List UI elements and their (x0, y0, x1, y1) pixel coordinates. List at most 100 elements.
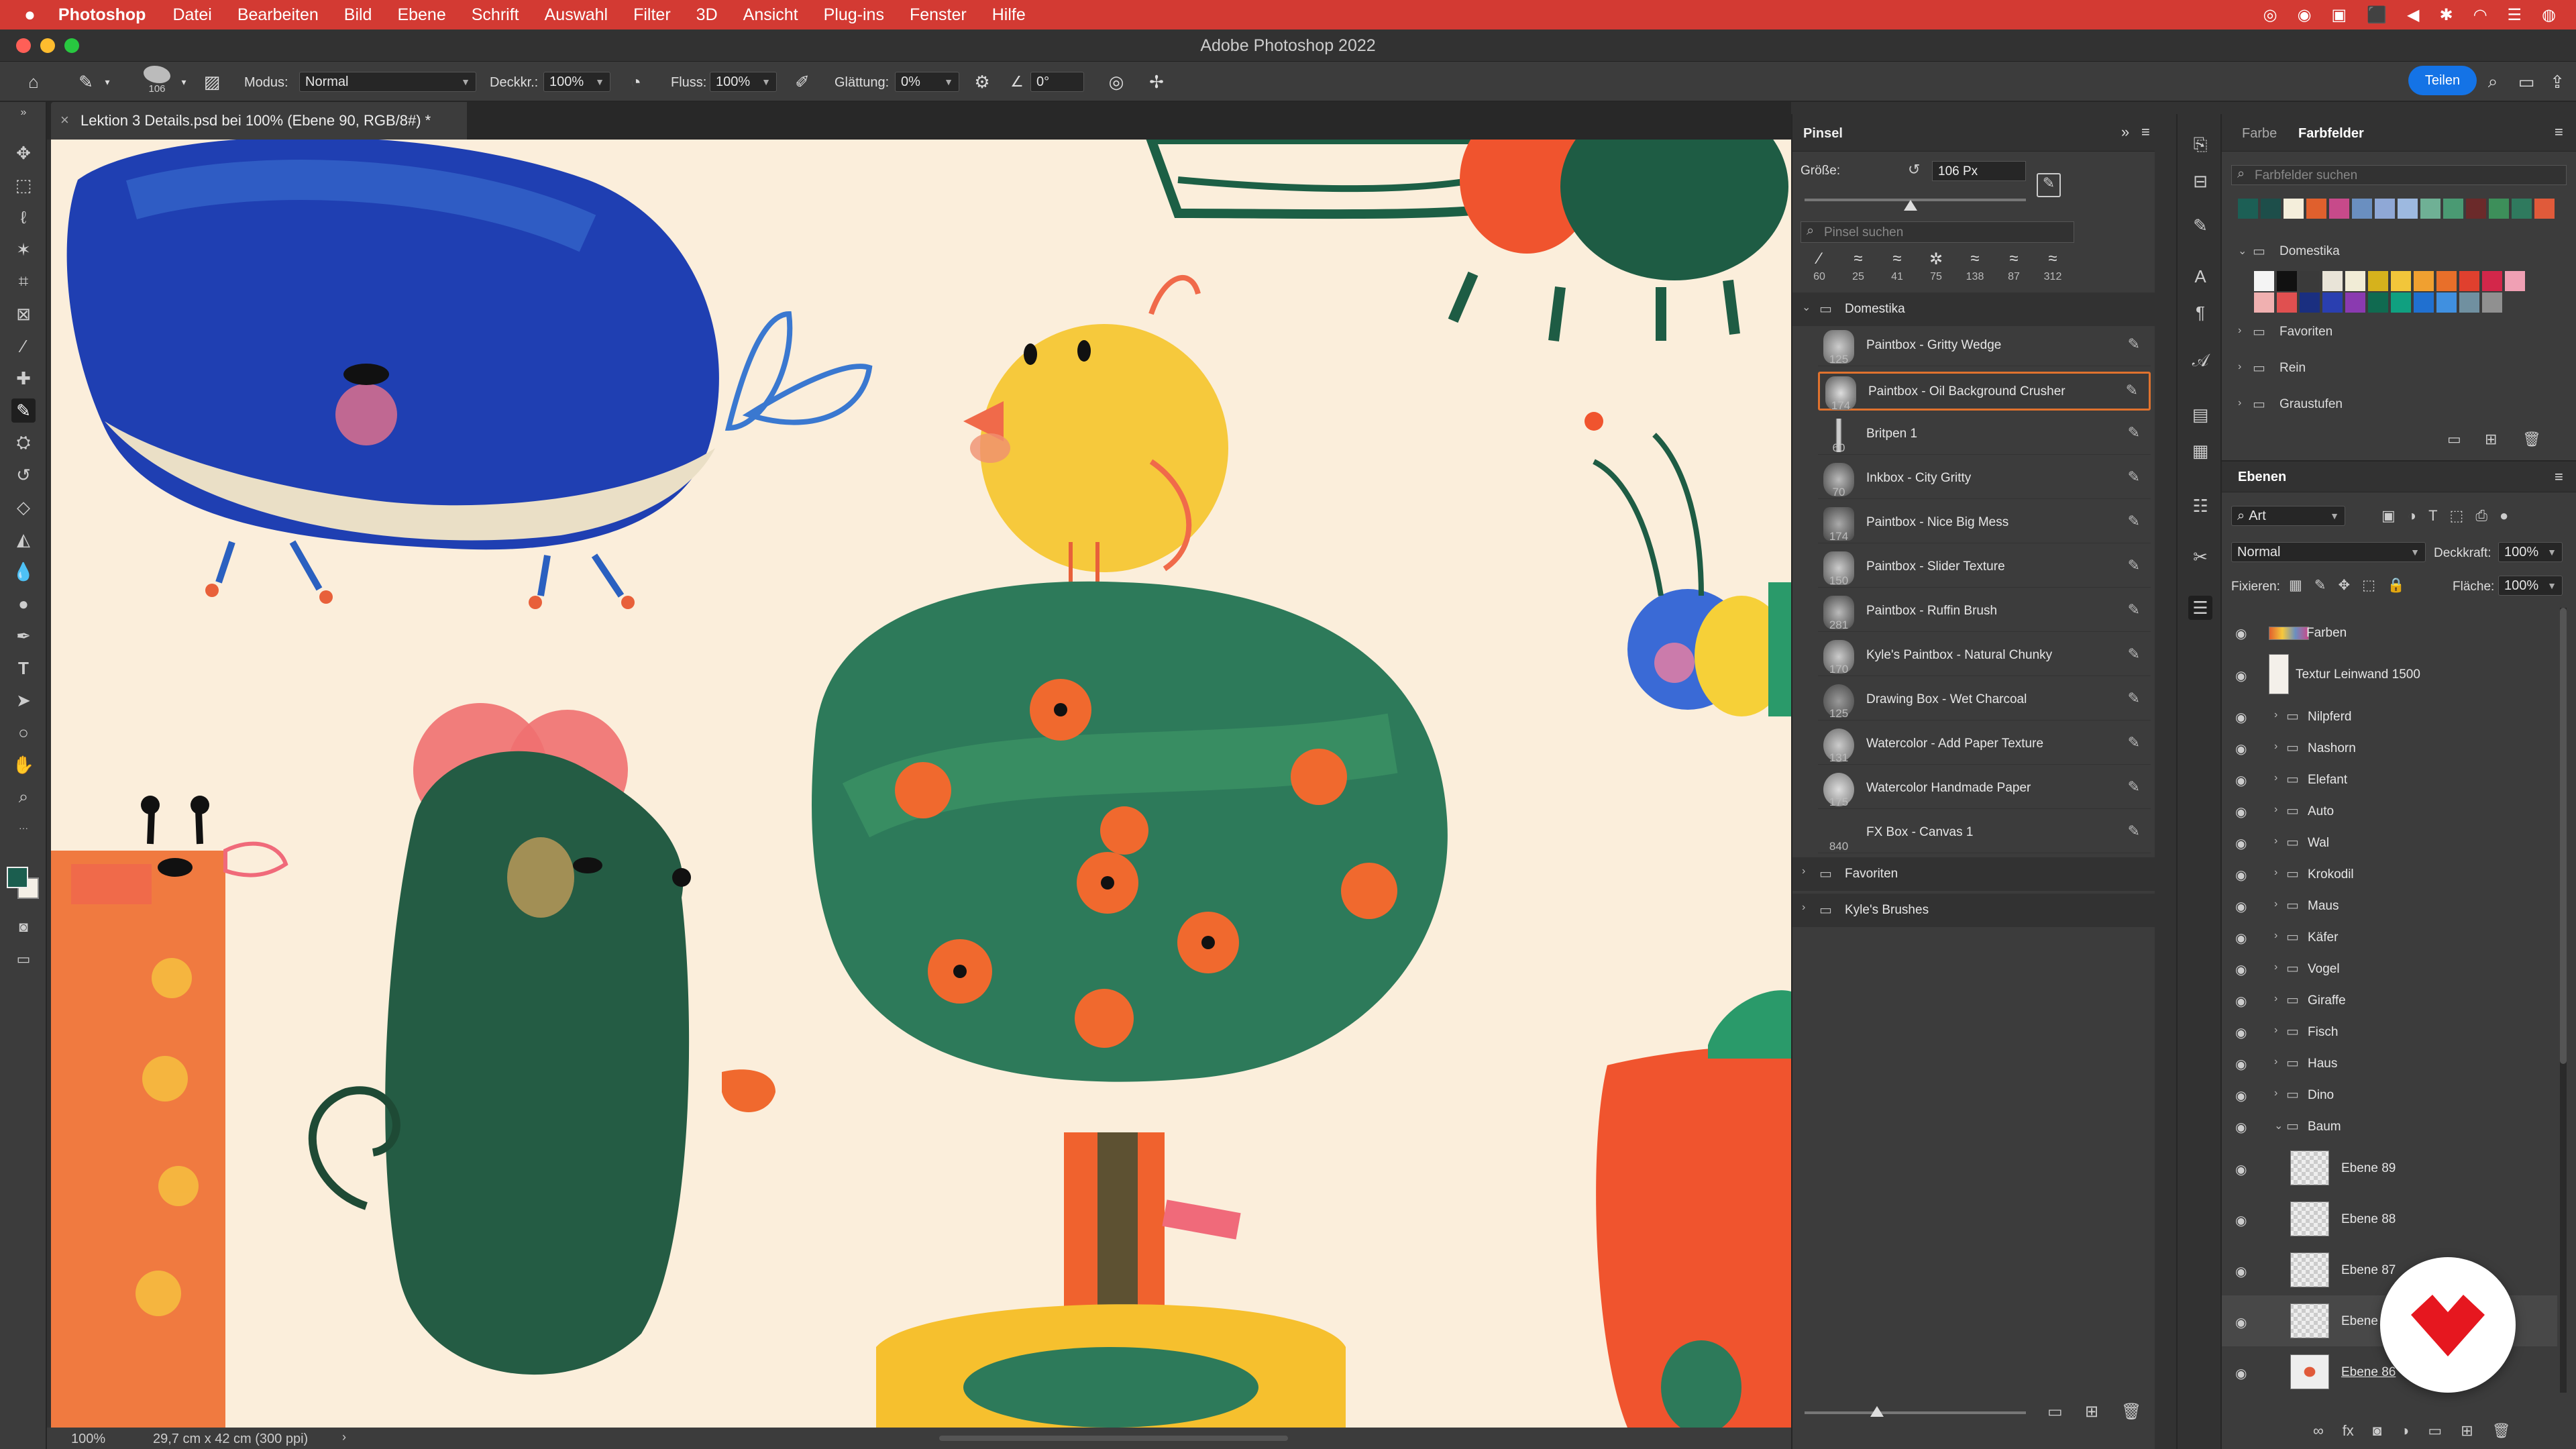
app-icon[interactable]: ⬛ (2367, 5, 2387, 25)
recent-brush[interactable]: ≈87 (1995, 250, 2033, 283)
lock-all-icon[interactable]: 🔒 (2387, 578, 2405, 594)
chevron-right-icon[interactable]: › (2274, 835, 2277, 847)
lock-position-icon[interactable]: ✥ (2338, 577, 2350, 594)
gradient-tool-icon[interactable]: ◭ (11, 527, 36, 551)
tool-presets-icon[interactable]: ✂ (2188, 545, 2212, 569)
swatch-folder-favoriten[interactable]: › ▭ Favoriten (2234, 319, 2556, 346)
symmetry-icon[interactable]: ✢ (1146, 71, 1167, 93)
pen-tool-icon[interactable]: ✒ (11, 624, 36, 648)
visibility-eye-icon[interactable]: ◉ (2235, 667, 2247, 684)
glaettung-input[interactable]: 0% ▼ (895, 72, 959, 92)
magic-wand-tool-icon[interactable]: ✶ (11, 237, 36, 262)
chevron-right-icon[interactable]: › (2274, 930, 2277, 942)
chevron-right-icon[interactable]: › (2274, 961, 2277, 973)
recent-brush[interactable]: ≈41 (1878, 250, 1916, 283)
adjustments-icon[interactable]: ☰ (2188, 596, 2212, 620)
export-icon[interactable]: ⇪ (2546, 71, 2568, 93)
color-swatch[interactable] (2466, 199, 2486, 219)
visibility-eye-icon[interactable]: ◉ (2235, 772, 2247, 789)
siri-icon[interactable]: ◍ (2542, 5, 2556, 25)
filter-pixel-icon[interactable]: ▣ (2381, 507, 2396, 525)
visibility-eye-icon[interactable]: ◉ (2235, 898, 2247, 915)
visibility-eye-icon[interactable]: ◉ (2235, 741, 2247, 757)
preview-size-slider-handle[interactable] (1870, 1406, 1884, 1417)
filter-smart-icon[interactable]: ⎙ (2475, 507, 2487, 525)
brush-item[interactable]: 170 Kyle's Paintbox - Natural Chunky ✎ (1818, 637, 2151, 676)
layer-row[interactable]: ◉ › ▭ Vogel (2222, 953, 2557, 985)
lock-transparency-icon[interactable]: ▦ (2289, 577, 2302, 594)
layer-row[interactable]: ◉ › ▭ Dino (2222, 1079, 2557, 1111)
menu-filter[interactable]: Filter (633, 5, 671, 25)
panel-menu-icon[interactable]: ≡ (2555, 468, 2563, 486)
brush-item[interactable]: 131 Watercolor - Add Paper Texture ✎ (1818, 726, 2151, 765)
filter-toggle-icon[interactable]: ● (2500, 507, 2508, 525)
color-swatch[interactable] (2284, 199, 2304, 219)
layer-row[interactable]: ◉ Ebene 88 (2222, 1193, 2557, 1244)
visibility-eye-icon[interactable]: ◉ (2235, 1161, 2247, 1178)
menu-hilfe[interactable]: Hilfe (992, 5, 1026, 25)
eyedropper-tool-icon[interactable]: ⁄ (11, 334, 36, 358)
deckkr-input[interactable]: 100% ▼ (543, 72, 610, 92)
bluetooth-icon[interactable]: ✱ (2439, 5, 2453, 25)
color-swatch[interactable] (2306, 199, 2326, 219)
color-swatch[interactable] (2345, 271, 2365, 291)
layer-row[interactable]: ◉ › ▭ Haus (2222, 1048, 2557, 1079)
swatch-search-input[interactable]: ⌕ Farbfelder suchen (2231, 165, 2567, 185)
new-brush-icon[interactable]: ✎ (2037, 173, 2061, 197)
layer-row[interactable]: ◉ › ▭ Fisch (2222, 1016, 2557, 1048)
layer-fill-input[interactable]: 100% ▼ (2498, 576, 2563, 596)
lock-artboard-icon[interactable]: ⬚ (2362, 577, 2375, 594)
tab-ebenen[interactable]: Ebenen (2238, 470, 2286, 485)
brush-preset-picker[interactable]: 106 (138, 66, 176, 98)
recent-brush[interactable]: ✲ 75 (1917, 250, 1955, 283)
new-swatch-icon[interactable]: ⊞ (2485, 431, 2497, 448)
color-swatch[interactable] (2414, 271, 2434, 291)
brush-panel-icon[interactable]: ✎ (2188, 213, 2212, 237)
display-icon[interactable]: ▣ (2331, 5, 2347, 25)
chevron-right-icon[interactable]: › (2274, 741, 2277, 753)
layers-scrollbar-thumb[interactable] (2560, 608, 2567, 1064)
volume-icon[interactable]: ◀ (2407, 5, 2419, 25)
visibility-eye-icon[interactable]: ◉ (2235, 930, 2247, 947)
visibility-eye-icon[interactable]: ◉ (2235, 1263, 2247, 1280)
color-swatch[interactable] (2414, 292, 2434, 313)
visibility-eye-icon[interactable]: ◉ (2235, 1056, 2247, 1073)
layer-row[interactable]: ◉ › ▭ Krokodil (2222, 859, 2557, 890)
visibility-eye-icon[interactable]: ◉ (2235, 1119, 2247, 1136)
brush-settings-icon[interactable]: ▨ (201, 71, 223, 93)
color-swatch[interactable] (2368, 292, 2388, 313)
recent-brush[interactable]: ≈138 (1956, 250, 1994, 283)
brush-group-domestika[interactable]: ⌄ ▭ Domestika (1792, 292, 2155, 326)
size-slider-handle[interactable] (1904, 200, 1917, 211)
creative-cloud-icon[interactable]: ◎ (2263, 5, 2277, 25)
menu-ansicht[interactable]: Ansicht (743, 5, 798, 25)
chevron-right-icon[interactable]: › (2274, 867, 2277, 879)
panel-menu-icon[interactable]: ≡ (2141, 123, 2150, 141)
home-icon[interactable]: ⌂ (23, 71, 44, 93)
brush-search-input[interactable]: ⌕ Pinsel suchen (1801, 221, 2074, 243)
layer-row[interactable]: ◉ › ▭ Käfer (2222, 922, 2557, 953)
layer-row[interactable]: ◉ Textur Leinwand 1500 (2222, 649, 2557, 701)
visibility-eye-icon[interactable]: ◉ (2235, 1314, 2247, 1331)
canvas[interactable] (51, 140, 1791, 1428)
color-swatch[interactable] (2300, 292, 2320, 313)
chevron-right-icon[interactable]: › (2274, 804, 2277, 816)
airbrush-icon[interactable]: ✐ (792, 71, 813, 93)
recent-brush[interactable]: ≈312 (2034, 250, 2072, 283)
layer-row[interactable]: ◉ › ▭ Wal (2222, 827, 2557, 859)
frame-tool-icon[interactable]: ⊠ (11, 302, 36, 326)
layer-row[interactable]: ◉ › ▭ Maus (2222, 890, 2557, 922)
chevron-down-icon[interactable]: ⌄ (2274, 1119, 2283, 1132)
color-swatch[interactable] (2505, 271, 2525, 291)
layers-scrollbar[interactable] (2560, 608, 2567, 1393)
chevron-right-icon[interactable]: › (2274, 898, 2277, 910)
visibility-eye-icon[interactable]: ◉ (2235, 867, 2247, 883)
color-swatch[interactable] (2512, 199, 2532, 219)
menu-fenster[interactable]: Fenster (910, 5, 967, 25)
color-swatch[interactable] (2261, 199, 2281, 219)
chevron-right-icon[interactable]: › (2274, 772, 2277, 784)
color-swatch[interactable] (2322, 271, 2343, 291)
color-swatch[interactable] (2352, 199, 2372, 219)
adjust-icon[interactable]: ⊟ (2188, 169, 2212, 193)
history-icon[interactable]: ⎘ (2188, 133, 2212, 157)
